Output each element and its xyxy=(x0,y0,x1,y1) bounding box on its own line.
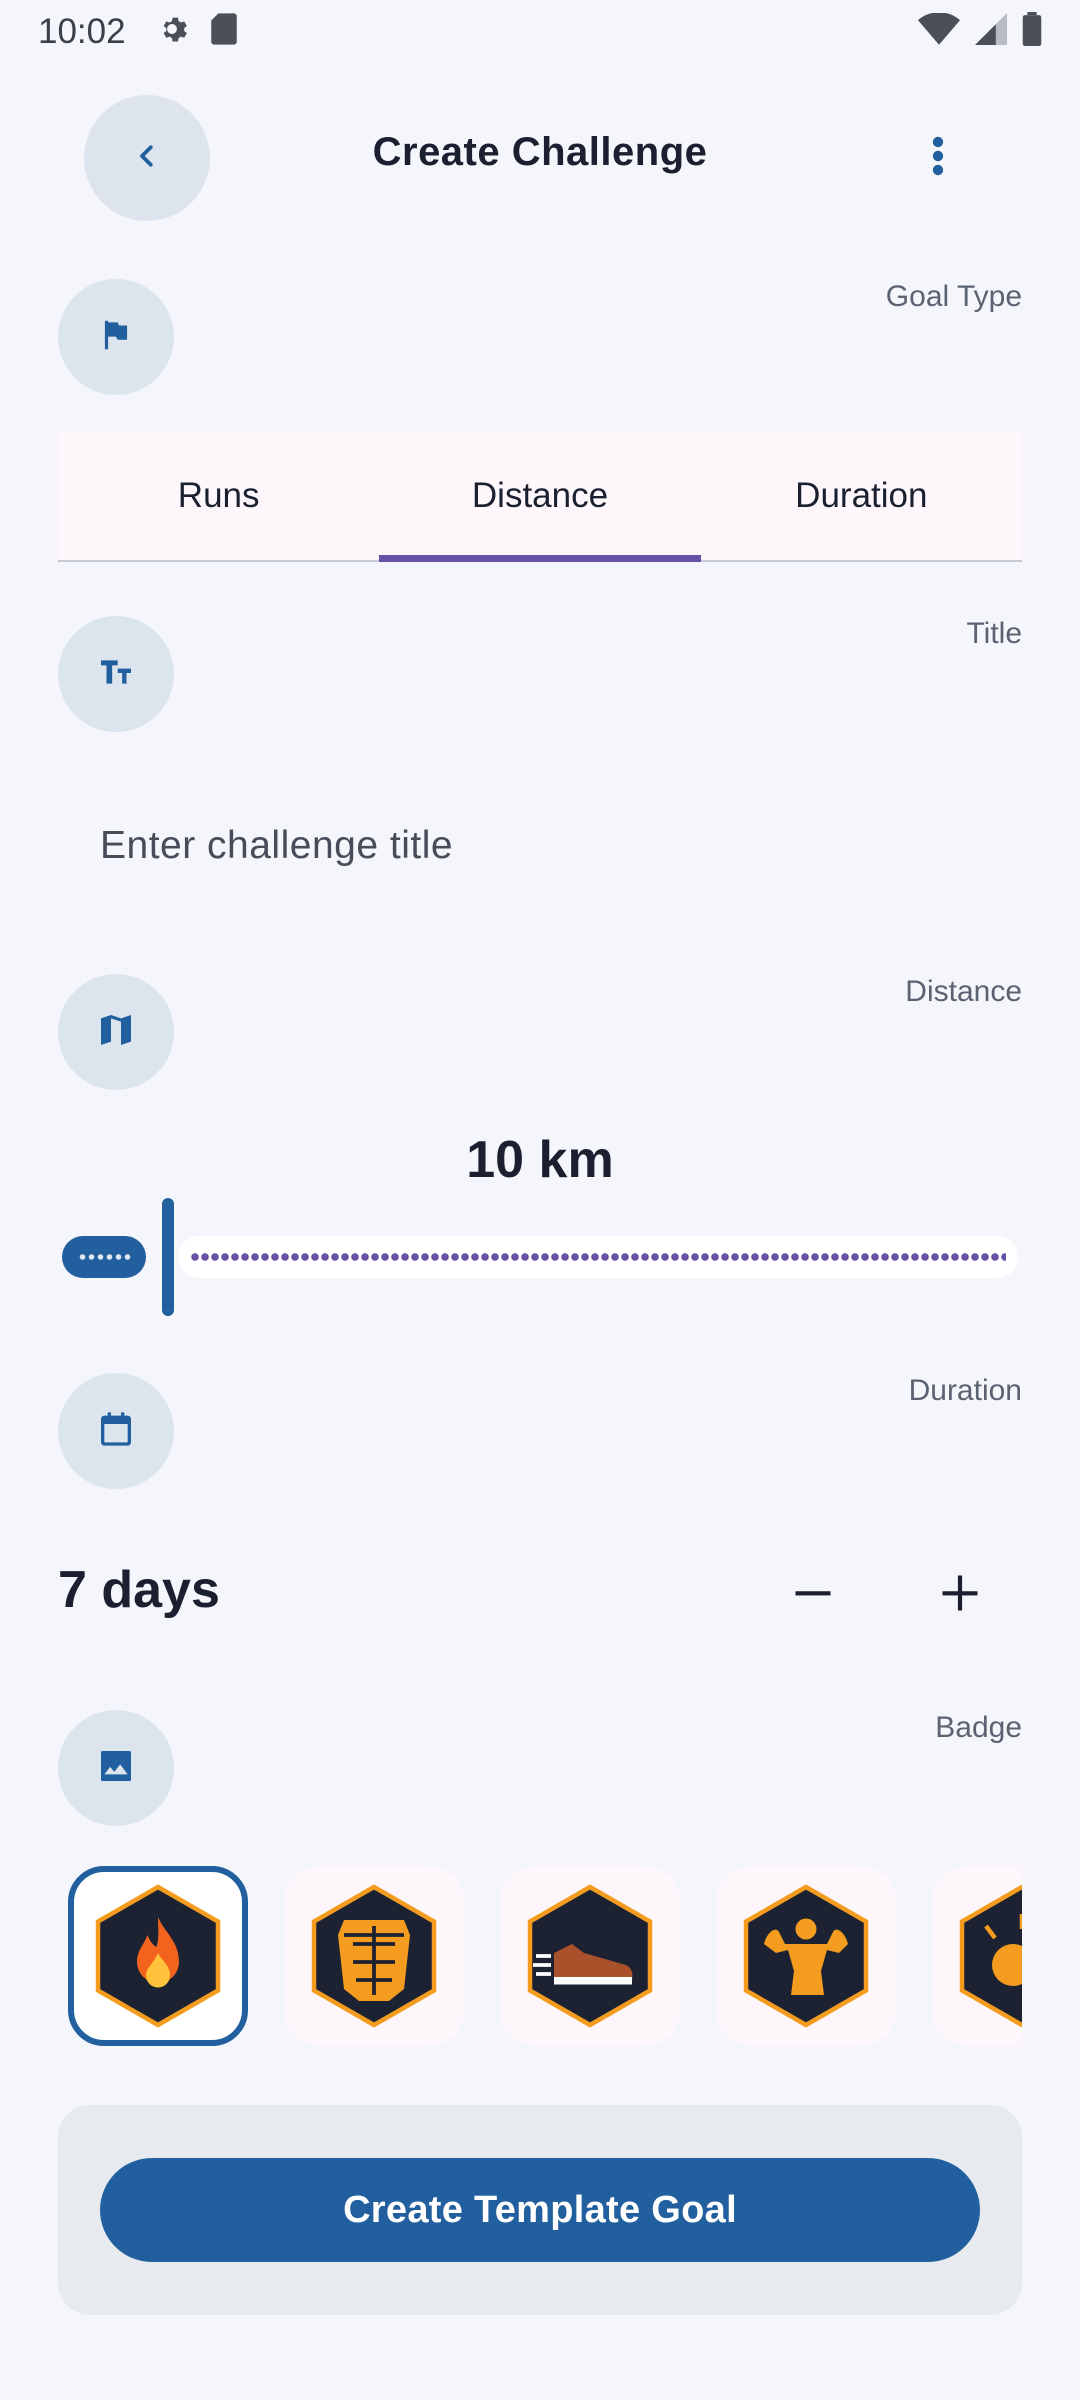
tab-runs[interactable]: Runs xyxy=(58,432,379,560)
image-icon xyxy=(96,1746,136,1791)
status-bar: 10:02 xyxy=(0,0,1080,64)
slider-active-ticks xyxy=(78,1254,132,1260)
abs-badge[interactable] xyxy=(284,1866,464,2046)
muscle-badge-icon xyxy=(743,1884,869,2028)
title-section-icon xyxy=(58,616,174,732)
running-shoe-badge-icon xyxy=(527,1884,653,2028)
status-time: 10:02 xyxy=(38,12,126,51)
distance-slider-active-track[interactable] xyxy=(62,1236,146,1278)
duration-value: 7 days xyxy=(58,1561,220,1619)
muscle-badge[interactable] xyxy=(716,1866,896,2046)
plus-icon xyxy=(939,1572,981,1619)
wifi-icon xyxy=(918,12,960,50)
explosion-badge-icon xyxy=(959,1884,1022,2028)
goal-type-label: Goal Type xyxy=(885,280,1022,313)
sd-card-icon xyxy=(209,12,239,51)
duration-increment-button[interactable] xyxy=(920,1555,1000,1635)
abs-badge-icon xyxy=(311,1884,437,2028)
explosion-badge[interactable] xyxy=(932,1866,1022,2046)
tab-distance[interactable]: Distance xyxy=(379,432,701,562)
more-vertical-icon xyxy=(932,136,944,181)
minus-icon xyxy=(792,1572,834,1619)
distance-slider-thumb[interactable] xyxy=(162,1198,174,1316)
distance-section-icon xyxy=(58,974,174,1090)
calendar-icon xyxy=(96,1409,136,1454)
text-size-icon xyxy=(96,652,136,697)
badge-label: Badge xyxy=(935,1711,1022,1744)
cell-signal-icon xyxy=(974,13,1008,50)
running-shoe-badge[interactable] xyxy=(500,1866,680,2046)
title-label: Title xyxy=(966,617,1022,650)
create-template-goal-button[interactable]: Create Template Goal xyxy=(100,2158,980,2262)
duration-section-icon xyxy=(58,1373,174,1489)
map-icon xyxy=(96,1010,136,1055)
badge-section-icon xyxy=(58,1710,174,1826)
goal-type-tabs: Runs Distance Duration xyxy=(58,432,1022,562)
challenge-title-input[interactable] xyxy=(100,816,980,876)
duration-decrement-button[interactable] xyxy=(773,1555,853,1635)
badge-picker xyxy=(58,1860,1022,2050)
fire-badge[interactable] xyxy=(68,1866,248,2046)
battery-icon xyxy=(1022,12,1042,51)
flag-icon xyxy=(97,316,135,359)
goal-type-section-icon xyxy=(58,279,174,395)
tab-duration[interactable]: Duration xyxy=(701,432,1022,560)
slider-ticks xyxy=(190,1253,1006,1261)
duration-label: Duration xyxy=(908,1374,1022,1407)
distance-slider-inactive-track[interactable] xyxy=(178,1236,1018,1278)
fire-badge-icon xyxy=(95,1884,221,2028)
more-options-button[interactable] xyxy=(910,120,966,196)
settings-icon xyxy=(155,12,189,51)
distance-label: Distance xyxy=(905,975,1022,1008)
distance-value: 10 km xyxy=(466,1131,614,1189)
